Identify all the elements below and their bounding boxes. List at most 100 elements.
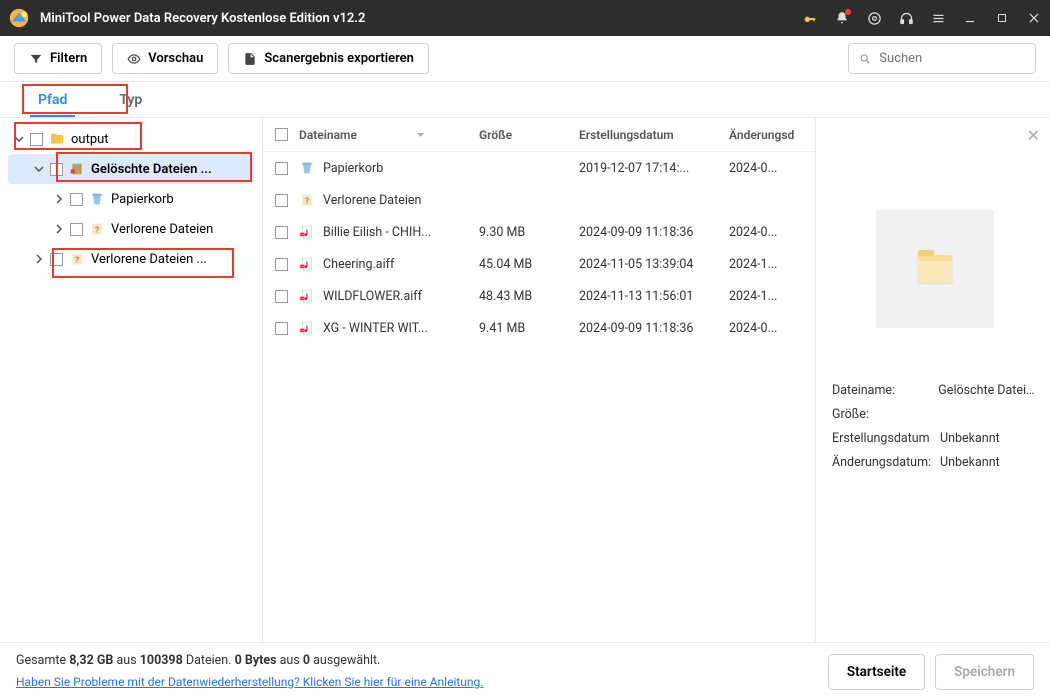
tree-label: Papierkorb	[111, 192, 174, 207]
title-bar: MiniTool Power Data Recovery Kostenlose …	[0, 0, 1050, 36]
file-name: XG - WINTER WIT...	[323, 321, 428, 336]
preview-label: Vorschau	[148, 51, 203, 66]
export-button[interactable]: Scanergebnis exportieren	[228, 43, 429, 74]
file-name: WILDFLOWER.aiff	[323, 289, 422, 304]
checkbox[interactable]	[30, 133, 43, 146]
app-logo-icon	[8, 7, 30, 29]
tree-node-deleted-files[interactable]: Gelöschte Dateien ...	[8, 154, 254, 184]
row-checkbox[interactable]	[275, 290, 288, 303]
table-row[interactable]: Papierkorb2019-12-07 17:14:...2024-0...	[263, 152, 815, 184]
select-all-checkbox[interactable]	[275, 128, 288, 141]
file-size: 45.04 MB	[479, 257, 579, 272]
meta-modified-label: Änderungsdatum:	[832, 455, 940, 470]
toolbar: Filtern Vorschau Scanergebnis exportiere…	[0, 36, 1050, 82]
maximize-icon[interactable]	[994, 10, 1010, 26]
row-checkbox[interactable]	[275, 194, 288, 207]
preview-button[interactable]: Vorschau	[112, 43, 218, 74]
tab-path[interactable]: Pfad	[12, 82, 93, 117]
filter-button[interactable]: Filtern	[14, 43, 102, 74]
disc-icon[interactable]	[866, 10, 882, 26]
help-link[interactable]: Haben Sie Probleme mit der Datenwiederhe…	[16, 675, 483, 689]
meta-created-label: Erstellungsdatum	[832, 431, 940, 446]
preview-pane: ✕ Dateiname:Gelöschte Dateien Größe: Ers…	[815, 118, 1050, 642]
meta-name-label: Dateiname:	[832, 383, 938, 398]
recycle-bin-icon	[89, 191, 105, 207]
svg-text:?: ?	[75, 255, 79, 265]
svg-text:?: ?	[305, 196, 309, 206]
table-row[interactable]: WILDFLOWER.aiff 48.43 MB2024-11-13 11:56:…	[263, 280, 815, 312]
close-icon[interactable]	[1026, 10, 1042, 26]
table-row[interactable]: XG - WINTER WIT...9.41 MB2024-09-09 11:1…	[263, 312, 815, 344]
file-modified: 2024-0...	[729, 225, 801, 240]
checkbox[interactable]	[50, 253, 63, 266]
col-header-created[interactable]: Erstellungsdatum	[579, 128, 729, 142]
file-type-icon	[299, 288, 315, 304]
checkbox[interactable]	[50, 163, 63, 176]
chevron-right-icon[interactable]	[34, 254, 44, 264]
file-size: 48.43 MB	[479, 289, 579, 304]
main-area: output Gelöschte Dateien ... Papierkorb …	[0, 118, 1050, 642]
table-row[interactable]: Cheering.aiff 45.04 MB2024-11-05 13:39:04…	[263, 248, 815, 280]
col-header-modified[interactable]: Änderungsd	[729, 128, 801, 142]
chevron-down-icon[interactable]	[34, 164, 44, 174]
tree-label: Verlorene Dateien ...	[91, 252, 207, 267]
meta-name-value: Gelöschte Dateien	[938, 383, 1038, 398]
table-row[interactable]: Billie Eilish - CHIH...9.30 MB2024-09-09…	[263, 216, 815, 248]
tree-label: Verlorene Dateien	[111, 222, 213, 237]
file-created: 2024-09-09 11:18:36	[579, 225, 729, 240]
tree-node-recycle-bin[interactable]: Papierkorb	[8, 184, 254, 214]
file-type-icon	[299, 256, 315, 272]
file-type-icon: ?	[299, 192, 315, 208]
svg-text:?: ?	[95, 225, 99, 235]
col-header-name[interactable]: Dateiname	[299, 128, 479, 142]
row-checkbox[interactable]	[275, 258, 288, 271]
tree-node-output[interactable]: output	[8, 124, 254, 154]
headphones-icon[interactable]	[898, 10, 914, 26]
checkbox[interactable]	[70, 193, 83, 206]
search-icon	[859, 52, 871, 66]
export-icon	[243, 52, 257, 66]
chevron-right-icon[interactable]	[54, 224, 64, 234]
key-icon[interactable]	[802, 10, 818, 26]
table-row[interactable]: ? Verlorene Dateien	[263, 184, 815, 216]
unknown-folder-icon: ?	[89, 221, 105, 237]
row-checkbox[interactable]	[275, 322, 288, 335]
file-created: 2019-12-07 17:14:...	[579, 161, 729, 176]
preview-thumbnail	[876, 210, 994, 328]
deleted-folder-icon	[69, 161, 85, 177]
chevron-right-icon[interactable]	[54, 194, 64, 204]
row-checkbox[interactable]	[275, 226, 288, 239]
file-modified: 2024-1...	[729, 257, 801, 272]
chevron-down-icon[interactable]	[14, 134, 24, 144]
view-tabs: Pfad Typ	[0, 82, 1050, 118]
meta-modified-value: Unbekannt	[940, 455, 1000, 470]
tree-node-lost-files[interactable]: ? Verlorene Dateien ...	[8, 244, 254, 274]
file-modified: 2024-0...	[729, 161, 801, 176]
file-modified: 2024-1...	[729, 289, 801, 304]
file-name: Cheering.aiff	[323, 257, 394, 272]
bell-icon[interactable]	[834, 10, 850, 26]
checkbox[interactable]	[70, 223, 83, 236]
file-created: 2024-11-13 11:56:01	[579, 289, 729, 304]
row-checkbox[interactable]	[275, 162, 288, 175]
file-type-icon	[299, 224, 315, 240]
tab-type[interactable]: Typ	[93, 82, 168, 117]
tree-node-lost-files-child[interactable]: ? Verlorene Dateien	[8, 214, 254, 244]
menu-icon[interactable]	[930, 10, 946, 26]
folder-icon	[49, 131, 65, 147]
col-header-size[interactable]: Größe	[479, 128, 579, 142]
save-button[interactable]: Speichern	[935, 654, 1034, 690]
file-size: 9.41 MB	[479, 321, 579, 336]
search-input[interactable]	[879, 51, 1025, 66]
folder-thumbnail-icon	[918, 255, 952, 283]
file-created: 2024-11-05 13:39:04	[579, 257, 729, 272]
home-button[interactable]: Startseite	[828, 654, 925, 690]
minimize-icon[interactable]	[962, 10, 978, 26]
tree-label: output	[71, 132, 109, 147]
export-label: Scanergebnis exportieren	[264, 51, 414, 66]
funnel-icon	[29, 52, 43, 66]
eye-icon	[127, 52, 141, 66]
search-box[interactable]	[848, 43, 1036, 74]
close-preview-icon[interactable]: ✕	[1027, 126, 1040, 145]
file-name: Verlorene Dateien	[323, 193, 421, 208]
